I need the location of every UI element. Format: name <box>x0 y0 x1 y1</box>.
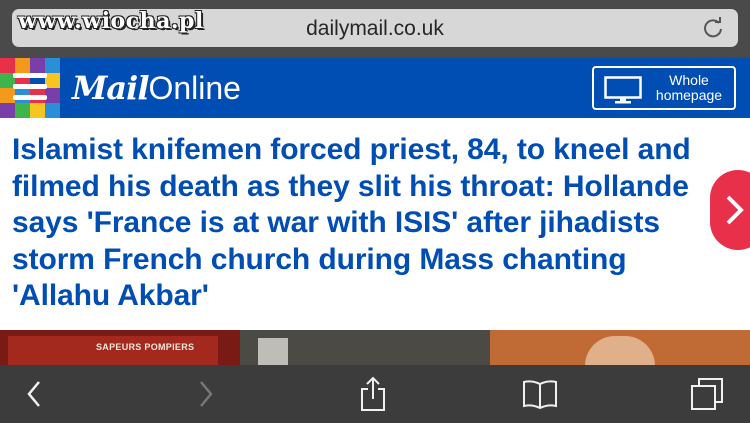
chevron-left-icon <box>27 381 40 407</box>
tabs-icon <box>691 378 723 410</box>
logo-grid-cell <box>15 58 30 73</box>
bookmarks-button[interactable] <box>510 365 570 423</box>
logo-grid-cell <box>45 58 60 73</box>
monitor-icon <box>604 76 642 104</box>
share-button[interactable] <box>343 365 403 423</box>
chevron-right-icon <box>726 195 744 225</box>
browser-top-bar: dailymail.co.uk www.wiocha.pl <box>0 0 750 58</box>
forward-button[interactable] <box>176 365 236 423</box>
browser-toolbar <box>0 365 750 423</box>
site-header: MailOnline Whole homepage <box>0 58 750 118</box>
next-article-button[interactable] <box>710 170 750 250</box>
brand-online: Online <box>148 70 241 106</box>
book-icon <box>523 380 557 409</box>
logo-grid-cell <box>0 103 15 118</box>
article-headline[interactable]: Islamist knifemen forced priest, 84, to … <box>12 132 717 315</box>
whole-homepage-label: Whole homepage <box>655 72 723 103</box>
reload-icon[interactable] <box>702 17 724 39</box>
chevron-right-icon <box>200 381 213 407</box>
back-button[interactable] <box>4 365 64 423</box>
photo-sign-text: SAPEURS POMPIERS <box>96 342 195 352</box>
tabs-button[interactable] <box>677 365 737 423</box>
logo-grid-cell <box>30 58 45 73</box>
brand-mail: Mail <box>72 69 149 107</box>
logo-grid-cell <box>0 58 15 73</box>
whole-homepage-button[interactable]: Whole homepage <box>592 66 736 110</box>
logo-grid-cell <box>45 88 60 103</box>
menu-icon[interactable] <box>13 73 47 103</box>
article-photo[interactable]: SAPEURS POMPIERS <box>0 330 750 370</box>
logo-grid-cell <box>45 73 60 88</box>
watermark: www.wiocha.pl <box>18 8 204 34</box>
site-logo[interactable]: MailOnline <box>72 69 241 107</box>
logo-grid-cell <box>30 103 45 118</box>
logo-grid-cell <box>45 103 60 118</box>
logo-grid-cell <box>15 103 30 118</box>
share-icon <box>361 376 385 411</box>
